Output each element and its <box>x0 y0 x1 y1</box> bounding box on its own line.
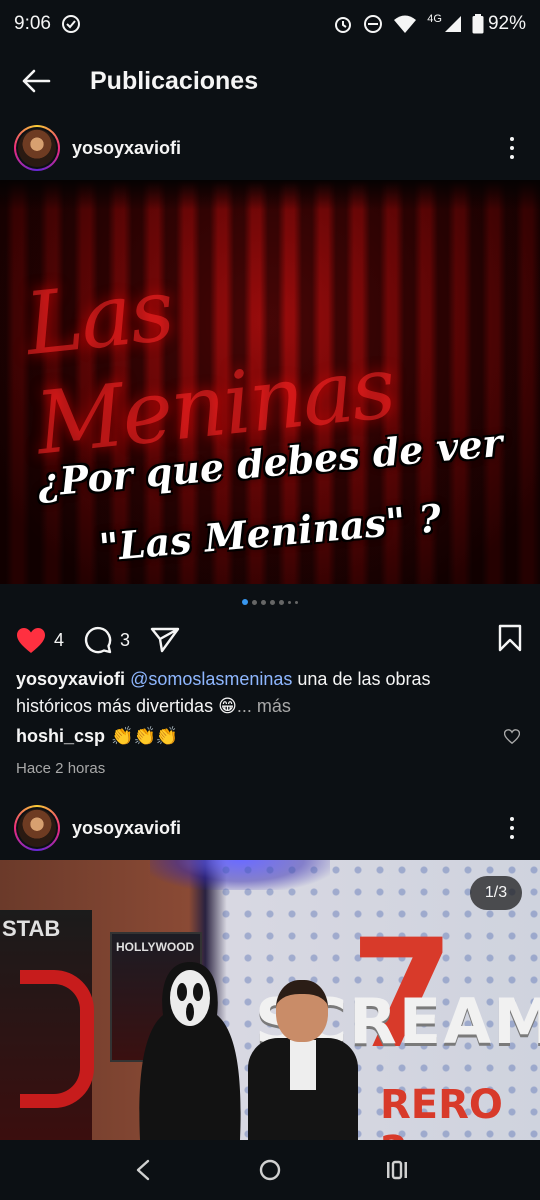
status-bar: 9:06 4G 92% <box>0 0 540 48</box>
post-image[interactable]: STAB HOLLYWOOD 7 SCREAM RERO 2 1/3 <box>0 860 540 1140</box>
wall-subtitle: RERO 2 <box>380 1082 503 1140</box>
carousel-dot-active <box>242 599 248 605</box>
like-count[interactable]: 4 <box>54 630 64 651</box>
nav-home-button[interactable] <box>250 1150 290 1190</box>
carousel-counter: 1/3 <box>470 876 522 910</box>
nav-recents-button[interactable] <box>377 1150 417 1190</box>
caption-text-line2: históricos más divertidas 😁 <box>16 696 237 716</box>
comment-count[interactable]: 3 <box>120 630 130 651</box>
caption-username[interactable]: yosoyxaviofi <box>16 669 125 689</box>
post-timestamp: Hace 2 horas <box>16 760 106 777</box>
comment-text: 👏👏👏 <box>111 726 179 746</box>
like-button[interactable]: 4 <box>16 627 64 654</box>
app-header: Publicaciones <box>0 52 540 110</box>
battery-icon <box>472 14 484 34</box>
more-options-button[interactable] <box>502 814 522 842</box>
heart-filled-icon <box>17 627 45 653</box>
comment-row[interactable]: hoshi_csp 👏👏👏 <box>16 726 526 747</box>
send-icon <box>150 627 180 653</box>
poster-text: HOLLYWOOD <box>116 940 195 954</box>
do-not-disturb-icon <box>363 14 383 34</box>
comment-icon <box>84 626 112 654</box>
nav-back-button[interactable] <box>123 1150 163 1190</box>
carousel-dot <box>288 600 291 604</box>
arrow-left-icon <box>22 69 51 93</box>
carousel-indicator <box>0 599 540 605</box>
bookmark-icon <box>498 624 522 652</box>
caption-text-line1: una de las obras <box>292 669 431 689</box>
share-button[interactable] <box>150 626 180 654</box>
comment-button[interactable]: 3 <box>84 626 130 654</box>
signal-icon <box>444 15 462 33</box>
movie-poster: STAB <box>0 910 94 1140</box>
wifi-icon <box>393 14 417 34</box>
network-type: 4G <box>427 13 442 25</box>
curtain-shadow <box>0 180 540 210</box>
poster-text: STAB <box>2 916 61 941</box>
avatar[interactable] <box>14 125 60 171</box>
page-title: Publicaciones <box>90 66 259 95</box>
save-button[interactable] <box>498 624 522 657</box>
back-button[interactable] <box>16 61 56 101</box>
post-actions: 4 3 <box>0 620 540 660</box>
carousel-dot <box>261 599 266 605</box>
chevron-left-icon <box>137 1159 150 1181</box>
comment-username[interactable]: hoshi_csp <box>16 726 105 747</box>
alarm-icon <box>333 14 353 34</box>
carousel-dot <box>279 599 284 605</box>
carousel-dot <box>270 599 275 605</box>
post-header: yosoyxaviofi <box>0 120 540 176</box>
battery-percent: 92% <box>487 13 526 34</box>
carousel-dot <box>252 599 257 605</box>
post-username[interactable]: yosoyxaviofi <box>72 818 181 839</box>
caption-more-link[interactable]: ... más <box>237 696 291 716</box>
post-header: yosoyxaviofi <box>0 800 540 856</box>
ghostface-figure <box>139 962 241 1140</box>
person <box>248 980 358 1140</box>
check-circle-icon <box>61 14 81 34</box>
post-caption[interactable]: yosoyxaviofi @somoslasmeninas una de las… <box>16 666 526 720</box>
home-circle-icon <box>259 1159 281 1181</box>
caption-mention[interactable]: @somoslasmeninas <box>130 669 292 689</box>
more-options-button[interactable] <box>502 134 522 162</box>
avatar[interactable] <box>14 805 60 851</box>
status-time: 9:06 <box>14 13 51 34</box>
comment-like-button[interactable] <box>503 728 521 749</box>
heart-outline-icon <box>503 729 521 745</box>
system-nav-bar <box>0 1140 540 1200</box>
recent-apps-icon <box>386 1160 407 1180</box>
post-username[interactable]: yosoyxaviofi <box>72 138 181 159</box>
carousel-dot <box>295 600 298 604</box>
